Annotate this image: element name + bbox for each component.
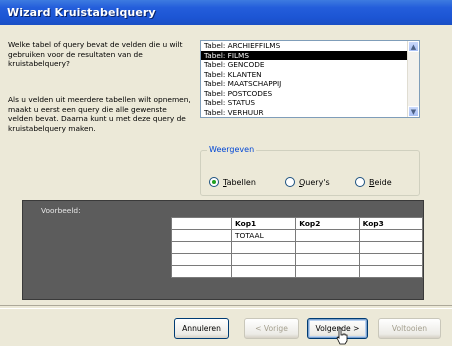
preview-cell — [231, 253, 297, 266]
finish-button[interactable]: Voltooien — [378, 318, 441, 339]
preview-cell — [231, 265, 297, 278]
window-title: Wizard Kruistabelquery — [7, 6, 156, 19]
radio-tables-label: Tabellen — [223, 177, 256, 187]
listbox-item[interactable]: Tabel: ARCHIEFFILMS — [201, 41, 419, 51]
view-groupbox: Weergeven Tabellen Query's Beide — [200, 145, 420, 196]
preview-header-row: Kop1 Kop2 Kop3 — [170, 217, 424, 230]
hint-text: Als u velden uit meerdere tabellen wilt … — [8, 95, 191, 133]
preview-cell — [358, 265, 424, 278]
preview-row — [170, 253, 424, 266]
listbox-item[interactable]: Tabel: MAATSCHAPPIJ — [201, 79, 419, 89]
preview-row — [170, 241, 424, 254]
preview-header-cell: Kop3 — [358, 217, 424, 230]
preview-cell — [358, 241, 424, 254]
radio-queries[interactable]: Query's — [285, 177, 330, 187]
listbox-item[interactable]: Tabel: FILMS — [201, 50, 419, 60]
preview-cell — [170, 265, 233, 278]
scroll-down-icon[interactable]: ▼ — [408, 106, 419, 117]
preview-row: TOTAAL — [170, 229, 424, 242]
radio-queries-dot[interactable] — [285, 177, 295, 187]
preview-cell — [295, 241, 360, 254]
radio-both-dot[interactable] — [355, 177, 365, 187]
listbox-scrollbar[interactable]: ▲ ▼ — [407, 41, 419, 117]
preview-cell — [170, 241, 233, 254]
preview-corner-cell — [170, 217, 233, 230]
cancel-button[interactable]: Annuleren — [174, 318, 229, 339]
preview-grid: Kop1 Kop2 Kop3 TOTAAL — [170, 217, 424, 278]
radio-queries-label: Query's — [299, 177, 330, 187]
preview-cell — [295, 253, 360, 266]
preview-header-cell: Kop1 — [231, 217, 297, 230]
preview-cell — [295, 265, 360, 278]
table-query-listbox[interactable]: Tabel: ARCHIEFFILMS Tabel: FILMS Tabel: GE… — [200, 40, 420, 118]
view-legend: Weergeven — [207, 145, 257, 154]
preview-cell — [295, 229, 360, 242]
preview-total-cell: TOTAAL — [231, 229, 297, 242]
listbox-item[interactable]: Tabel: STATUS — [201, 98, 419, 108]
listbox-item[interactable]: Tabel: KLANTEN — [201, 70, 419, 80]
preview-row — [170, 265, 424, 278]
radio-both-label: Beide — [369, 177, 392, 187]
wizard-window: Wizard Kruistabelquery Welke tabel of qu… — [0, 0, 452, 346]
listbox-item[interactable]: Tabel: VERHUUR — [201, 108, 419, 118]
title-bar[interactable]: Wizard Kruistabelquery — [0, 0, 452, 25]
radio-both[interactable]: Beide — [355, 177, 392, 187]
question-text: Welke tabel of query bevat de velden die… — [8, 40, 183, 69]
listbox-item[interactable]: Tabel: POSTCODES — [201, 89, 419, 99]
radio-tables[interactable]: Tabellen — [209, 177, 256, 187]
listbox-item[interactable]: Tabel: VERHUURDERS — [201, 117, 419, 118]
preview-panel: Voorbeeld: Kop1 Kop2 Kop3 TOTAAL — [22, 200, 424, 300]
listbox-items: Tabel: ARCHIEFFILMS Tabel: FILMS Tabel: GE… — [201, 41, 419, 118]
listbox-item[interactable]: Tabel: GENCODE — [201, 60, 419, 70]
back-button[interactable]: < Vorige — [244, 318, 299, 339]
preview-cell — [170, 229, 233, 242]
button-separator — [0, 305, 452, 309]
hand-cursor-icon — [336, 327, 348, 345]
preview-header-cell: Kop2 — [295, 217, 360, 230]
preview-cell — [231, 241, 297, 254]
radio-tables-dot[interactable] — [209, 177, 219, 187]
scroll-up-icon[interactable]: ▲ — [408, 41, 419, 52]
preview-cell — [358, 253, 424, 266]
preview-label: Voorbeeld: — [41, 206, 81, 215]
preview-cell — [170, 253, 233, 266]
preview-cell — [358, 229, 424, 242]
